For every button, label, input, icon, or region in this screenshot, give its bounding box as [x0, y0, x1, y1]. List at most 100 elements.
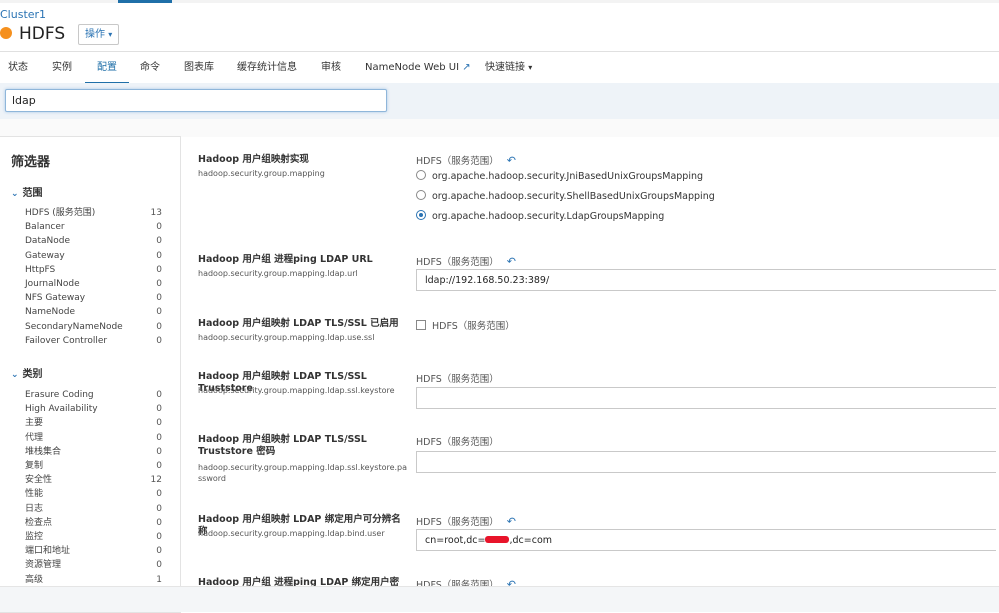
category-filter-item[interactable]: 日志 0 — [25, 503, 162, 516]
ldap-truststore-password-input[interactable] — [416, 451, 996, 473]
filter-item-label: 堆栈集合 — [25, 446, 62, 457]
ldap-url-key: hadoop.security.group.mapping.ldap.url — [198, 269, 358, 278]
scope-label: HDFS（服务范围） — [416, 156, 499, 167]
category-filter-item[interactable]: 高级 1 — [25, 574, 162, 587]
category-filter-item[interactable]: 安全性 12 — [25, 474, 162, 487]
filter-item-label: HttpFS — [25, 264, 56, 275]
category-filter-item[interactable]: 性能 0 — [25, 488, 162, 501]
ldap-bind-user-input[interactable]: cn=root,dc= ,dc=com — [416, 529, 996, 551]
actions-dropdown-button[interactable]: 操作 ▾ — [78, 24, 120, 45]
tab-status[interactable]: 状态 — [8, 52, 28, 83]
group-mapping-key: hadoop.security.group.mapping — [198, 169, 325, 178]
caret-down-icon: ▾ — [108, 30, 113, 39]
scope-filter-item[interactable]: HttpFS 0 — [25, 264, 162, 277]
radio-shell-mapping[interactable]: org.apache.hadoop.security.ShellBasedUni… — [416, 190, 715, 204]
scope-filter-item[interactable]: NFS Gateway 0 — [25, 292, 162, 305]
category-filter-item[interactable]: 监控 0 — [25, 531, 162, 544]
filter-item-label: Failover Controller — [25, 335, 108, 346]
category-filter-item[interactable]: 资源管理 0 — [25, 559, 162, 572]
category-group-toggle[interactable]: ⌄ 类别 — [11, 365, 43, 380]
tab-configuration[interactable]: 配置 — [85, 52, 129, 84]
filter-item-label: 复制 — [25, 461, 44, 471]
ldap-url-title: Hadoop 用户组 进程ping LDAP URL — [198, 254, 373, 265]
category-filter-item[interactable]: 检查点 0 — [25, 517, 162, 530]
ldap-bind-user-key: hadoop.security.group.mapping.ldap.bind.… — [198, 529, 385, 538]
filter-item-count: 0 — [156, 489, 162, 500]
tab-namenode-web-ui[interactable]: NameNode Web UI ↗ — [365, 52, 471, 83]
category-filter-item[interactable]: Erasure Coding 0 — [25, 389, 162, 402]
scope-filter-item[interactable]: Failover Controller 0 — [25, 335, 162, 348]
namenode-web-ui-label: NameNode Web UI — [365, 62, 460, 73]
radio-icon — [416, 190, 426, 200]
spacer — [0, 119, 999, 137]
filter-item-label: Gateway — [25, 250, 65, 261]
filter-item-count: 0 — [156, 546, 162, 557]
ldap-url-input[interactable]: ldap://192.168.50.23:389/ — [416, 269, 996, 291]
checkbox-icon — [416, 320, 426, 330]
category-filter-item[interactable]: 堆栈集合 0 — [25, 446, 162, 459]
ldap-ssl-enabled-checkbox[interactable]: HDFS（服务范围） — [416, 318, 515, 332]
filter-item-count: 12 — [150, 475, 162, 486]
scope-filter-item[interactable]: Balancer 0 — [25, 221, 162, 234]
category-filter-item[interactable]: High Availability 0 — [25, 403, 162, 416]
scope-filter-item[interactable]: HDFS (服务范围) 13 — [25, 207, 162, 220]
category-filter-item[interactable]: 复制 0 — [25, 460, 162, 473]
filter-item-label: 端口和地址 — [25, 546, 71, 557]
filter-item-count: 13 — [150, 208, 162, 218]
scope-filter-item[interactable]: JournalNode 0 — [25, 278, 162, 291]
bottom-bar — [0, 586, 999, 612]
scope-filter-item[interactable]: SecondaryNameNode 0 — [25, 321, 162, 334]
filter-item-label: 资源管理 — [25, 560, 62, 571]
tab-instances[interactable]: 实例 — [52, 52, 72, 83]
category-filter-item[interactable]: 主要 0 — [25, 417, 162, 430]
scope-label: HDFS（服务范围） — [432, 321, 515, 332]
filter-item-count: 0 — [156, 293, 162, 304]
scope-label: HDFS（服务范围） — [416, 257, 499, 268]
ldap-ssl-enabled-title: Hadoop 用户组映射 LDAP TLS/SSL 已启用 — [198, 318, 399, 329]
tab-commands[interactable]: 命令 — [140, 52, 160, 83]
external-link-icon: ↗ — [462, 62, 471, 73]
bind-user-value-prefix: cn=root,dc= — [425, 535, 486, 546]
scope-filter-item[interactable]: NameNode 0 — [25, 306, 162, 319]
filter-item-count: 0 — [156, 307, 162, 318]
filter-item-label: DataNode — [25, 236, 70, 247]
search-input[interactable]: ldap — [5, 89, 387, 112]
filter-item-count: 0 — [156, 503, 162, 514]
filter-item-label: NameNode — [25, 307, 76, 318]
filter-item-count: 0 — [156, 532, 162, 542]
category-filter-item[interactable]: 端口和地址 0 — [25, 545, 162, 558]
ldap-truststore-password-scope: HDFS（服务范围） — [416, 437, 499, 448]
undo-icon[interactable]: ↶ — [507, 255, 516, 268]
radio-ldap-mapping[interactable]: org.apache.hadoop.security.LdapGroupsMap… — [416, 210, 664, 224]
tab-audits[interactable]: 审核 — [321, 52, 341, 83]
tab-charts-library[interactable]: 图表库 — [184, 52, 214, 83]
filter-title: 筛选器 — [11, 155, 51, 170]
chevron-down-icon: ⌄ — [11, 370, 19, 380]
filter-item-label: 监控 — [25, 532, 44, 542]
radio-label: org.apache.hadoop.security.ShellBasedUni… — [432, 191, 715, 202]
ldap-truststore-password-title: Hadoop 用户组映射 LDAP TLS/SSL Truststore 密码 — [198, 434, 367, 457]
cluster-breadcrumb[interactable]: Cluster1 — [0, 8, 46, 21]
undo-icon[interactable]: ↶ — [507, 154, 516, 167]
category-filter-item[interactable]: 代理 0 — [25, 432, 162, 445]
top-accent-bar — [118, 0, 172, 3]
radio-jni-mapping[interactable]: org.apache.hadoop.security.JniBasedUnixG… — [416, 170, 703, 184]
filter-item-label: 高级 — [25, 574, 44, 585]
filter-item-label: SecondaryNameNode — [25, 321, 123, 332]
tab-quick-links[interactable]: 快速链接 ▾ — [485, 52, 532, 83]
ldap-truststore-scope: HDFS（服务范围） — [416, 374, 499, 385]
actions-label: 操作 — [85, 29, 105, 40]
tab-cache-statistics[interactable]: 缓存统计信息 — [237, 52, 297, 83]
scope-group-toggle[interactable]: ⌄ 范围 — [11, 184, 43, 199]
filter-item-label: 性能 — [25, 489, 44, 500]
scope-filter-item[interactable]: Gateway 0 — [25, 250, 162, 263]
undo-icon[interactable]: ↶ — [507, 515, 516, 528]
ldap-truststore-input[interactable] — [416, 387, 996, 409]
service-status-dot — [0, 27, 12, 39]
filter-item-count: 0 — [156, 418, 162, 429]
filter-item-label: 检查点 — [25, 517, 53, 528]
filter-item-count: 0 — [156, 404, 162, 415]
filter-item-count: 0 — [156, 517, 162, 528]
filter-item-count: 0 — [156, 279, 162, 289]
scope-filter-item[interactable]: DataNode 0 — [25, 235, 162, 248]
